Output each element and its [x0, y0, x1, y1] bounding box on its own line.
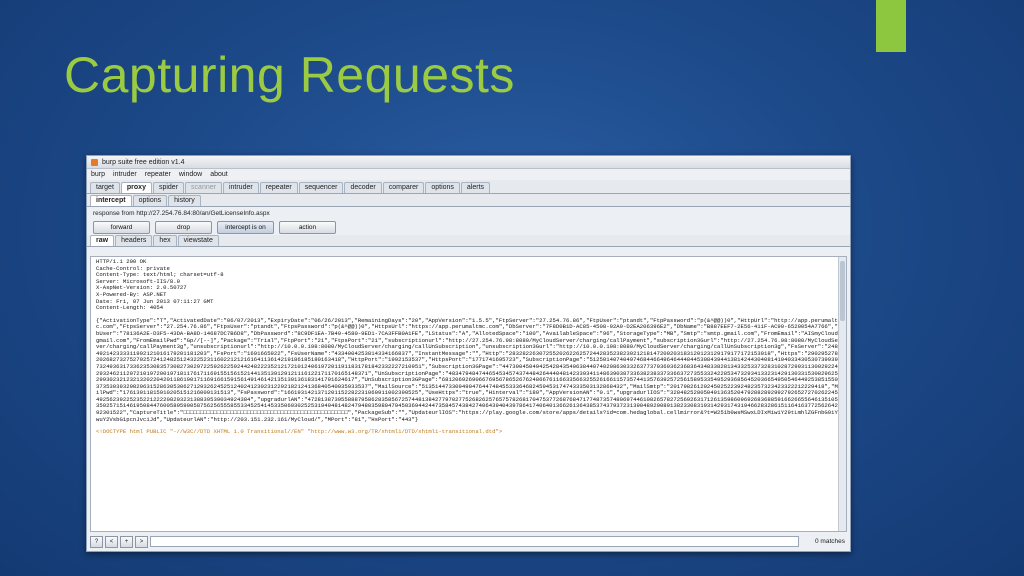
- response-html: <!DOCTYPE html PUBLIC "-//W3C//DTD XHTML…: [96, 428, 503, 436]
- tab-target[interactable]: target: [90, 182, 120, 193]
- tab-proxy[interactable]: proxy: [120, 182, 152, 193]
- action-button[interactable]: action: [279, 220, 336, 234]
- window-titlebar: burp suite free edition v1.4: [87, 156, 850, 169]
- tab-headers[interactable]: headers: [115, 235, 153, 246]
- menu-burp[interactable]: burp: [91, 171, 105, 178]
- main-tabs: target proxy spider scanner intruder rep…: [87, 180, 850, 194]
- menu-intruder[interactable]: intruder: [113, 171, 137, 178]
- tab-options[interactable]: options: [425, 182, 460, 193]
- response-body: {"ActivationType":"T","ActivatedDate":"0…: [96, 316, 842, 423]
- accent-bar: [876, 0, 906, 52]
- burp-window: burp suite free edition v1.4 burp intrud…: [86, 155, 851, 552]
- scrollbar-thumb[interactable]: [840, 261, 845, 321]
- tab-sequencer[interactable]: sequencer: [298, 182, 344, 193]
- response-editor[interactable]: HTTP/1.1 200 OK Cache-Control: private C…: [90, 256, 847, 532]
- search-bar: ? < + > 0 matches: [90, 535, 847, 548]
- intercept-toggle-button[interactable]: intercept is on: [217, 220, 274, 234]
- tab-repeater[interactable]: repeater: [259, 182, 298, 193]
- forward-button[interactable]: forward: [93, 220, 150, 234]
- tab-raw[interactable]: raw: [90, 235, 115, 246]
- proxy-tabs: intercept options history: [87, 194, 850, 207]
- menu-window[interactable]: window: [179, 171, 202, 178]
- slide-title: Capturing Requests: [64, 47, 515, 103]
- match-count: 0 matches: [815, 538, 845, 545]
- tab-comparer[interactable]: comparer: [382, 182, 425, 193]
- tab-intercept[interactable]: intercept: [90, 195, 132, 206]
- tab-intruder[interactable]: intruder: [222, 182, 259, 193]
- tab-history[interactable]: history: [168, 195, 201, 206]
- window-title: burp suite free edition v1.4: [102, 158, 185, 166]
- response-headers: HTTP/1.1 200 OK Cache-Control: private C…: [96, 258, 224, 312]
- menu-about[interactable]: about: [210, 171, 228, 178]
- view-tabs: raw headers hex viewstate: [87, 235, 850, 247]
- search-prev-button[interactable]: <: [105, 535, 118, 548]
- tab-decoder[interactable]: decoder: [344, 182, 382, 193]
- vertical-scrollbar[interactable]: [838, 257, 846, 531]
- burp-app-icon: [91, 158, 98, 166]
- search-input[interactable]: [150, 536, 799, 547]
- menu-repeater[interactable]: repeater: [145, 171, 171, 178]
- search-help-button[interactable]: ?: [90, 535, 103, 548]
- response-text: HTTP/1.1 200 OK Cache-Control: private C…: [91, 257, 846, 436]
- tab-viewstate[interactable]: viewstate: [177, 235, 219, 246]
- tab-hex[interactable]: hex: [153, 235, 177, 246]
- search-next-button[interactable]: >: [135, 535, 148, 548]
- intercept-toolbar: forward drop intercept is on action: [87, 219, 850, 235]
- response-info: response from http://27.254.76.84:80/an/…: [87, 207, 850, 219]
- drop-button[interactable]: drop: [155, 220, 212, 234]
- tab-spider[interactable]: spider: [152, 182, 185, 193]
- menu-bar: burp intruder repeater window about: [87, 169, 850, 180]
- tab-alerts[interactable]: alerts: [460, 182, 491, 193]
- tab-scanner[interactable]: scanner: [185, 182, 222, 193]
- tab-proxy-options[interactable]: options: [132, 195, 168, 206]
- search-add-button[interactable]: +: [120, 535, 133, 548]
